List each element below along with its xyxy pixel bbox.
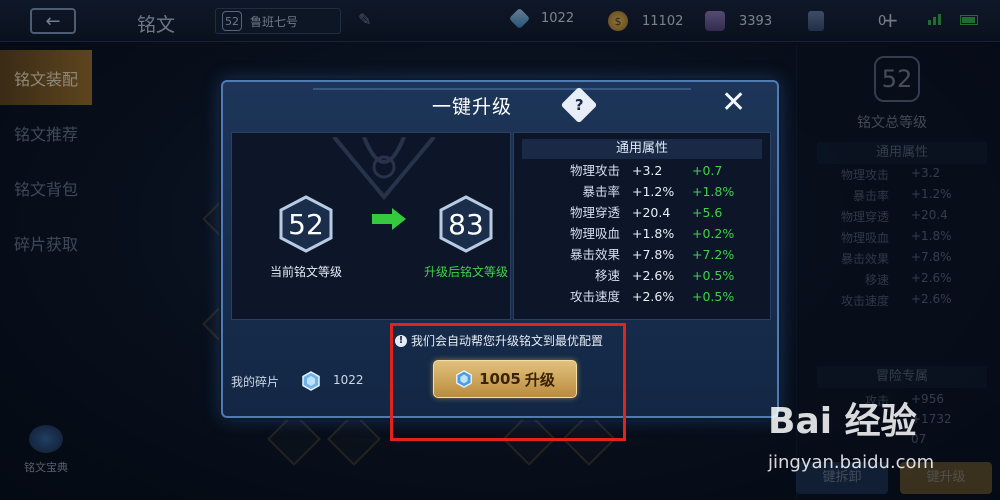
current-level-label: 当前铭文等级 (269, 265, 342, 279)
attributes-panel: 通用属性 物理攻击 +3.2 +0.7 暴击率 +1.2% +1.8% 物理穿透 +20.… (513, 132, 771, 320)
current-level-badge: 52 (277, 195, 335, 253)
baidu-logo: Bai 经验 (768, 401, 917, 442)
fragments-label: 我的碎片 (231, 375, 280, 389)
level-compare-panel: 52 当前铭文等级 83 升级后铭文等级 (231, 132, 511, 320)
attr-row: 暴击率 +1.2% +1.8% (582, 184, 735, 199)
close-icon[interactable]: ✕ (721, 88, 746, 118)
arrow-right-icon (372, 208, 406, 230)
emblem-icon (332, 137, 436, 201)
attr-row: 攻击速度 +2.6% +0.5% (569, 289, 735, 304)
crystal-icon (302, 371, 320, 391)
attr-row: 物理吸血 +1.8% +0.2% (569, 226, 735, 241)
attr-row: 暴击效果 +7.8% +7.2% (569, 247, 735, 262)
attributes-header: 通用属性 (522, 139, 762, 159)
modal-title: 一键升级 (431, 96, 512, 118)
watermark-url: jingyan.baidu.com (768, 452, 935, 473)
fragments-count: 1022 (333, 373, 364, 387)
next-level-label: 升级后铭文等级 (423, 265, 508, 279)
highlight-annotation (390, 323, 626, 441)
attr-row: 物理攻击 +3.2 +0.7 (569, 163, 723, 178)
attr-row: 物理穿透 +20.4 +5.6 (569, 205, 723, 220)
next-level-badge: 83 (437, 195, 495, 253)
attr-row: 移速 +2.6% +0.5% (594, 268, 735, 283)
